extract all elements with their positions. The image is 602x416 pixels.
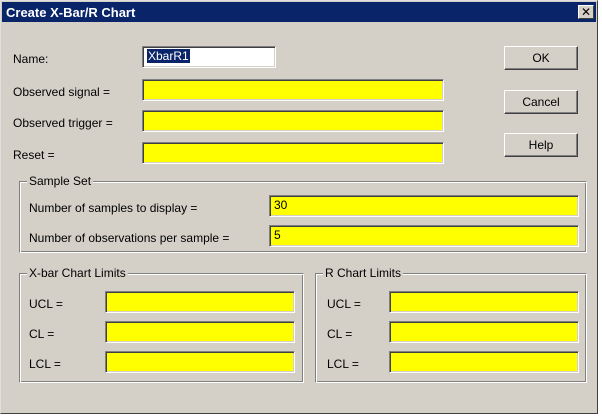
create-xbar-r-chart-dialog: Create X-Bar/R Chart ✕ Name: XbarR1 Obse… (0, 0, 598, 414)
r-ucl-input[interactable] (389, 291, 579, 313)
cancel-button[interactable]: Cancel (504, 90, 578, 114)
name-value: XbarR1 (147, 49, 190, 63)
r-cl-input[interactable] (389, 321, 579, 343)
xbar-ucl-label: UCL = (29, 297, 63, 311)
r-lcl-label: LCL = (327, 357, 359, 371)
xbar-cl-label: CL = (29, 327, 55, 341)
xbar-lcl-input[interactable] (105, 351, 295, 373)
r-chart-limits-legend: R Chart Limits (323, 266, 404, 280)
observed-trigger-label: Observed trigger = (13, 116, 113, 130)
ok-button[interactable]: OK (504, 46, 578, 70)
observed-trigger-input[interactable] (142, 110, 444, 132)
title-bar: Create X-Bar/R Chart ✕ (2, 2, 596, 22)
reset-input[interactable] (142, 142, 444, 164)
xbar-chart-limits-legend: X-bar Chart Limits (27, 266, 128, 280)
close-icon[interactable]: ✕ (578, 5, 594, 19)
r-lcl-input[interactable] (389, 351, 579, 373)
xbar-cl-input[interactable] (105, 321, 295, 343)
r-ucl-label: UCL = (327, 297, 361, 311)
name-label: Name: (13, 52, 49, 66)
xbar-lcl-label: LCL = (29, 357, 61, 371)
reset-label: Reset = (13, 148, 55, 162)
samples-to-display-input[interactable]: 30 (269, 195, 579, 217)
dialog-title: Create X-Bar/R Chart (6, 4, 136, 20)
sample-set-legend: Sample Set (27, 174, 94, 188)
observations-per-sample-input[interactable]: 5 (269, 225, 579, 247)
name-input[interactable]: XbarR1 (142, 46, 276, 68)
xbar-ucl-input[interactable] (105, 291, 295, 313)
observed-signal-label: Observed signal = (13, 85, 111, 99)
samples-to-display-label: Number of samples to display = (29, 201, 198, 215)
help-button[interactable]: Help (504, 133, 578, 157)
r-cl-label: CL = (327, 327, 353, 341)
observations-per-sample-label: Number of observations per sample = (29, 231, 230, 245)
observed-signal-input[interactable] (142, 79, 444, 101)
